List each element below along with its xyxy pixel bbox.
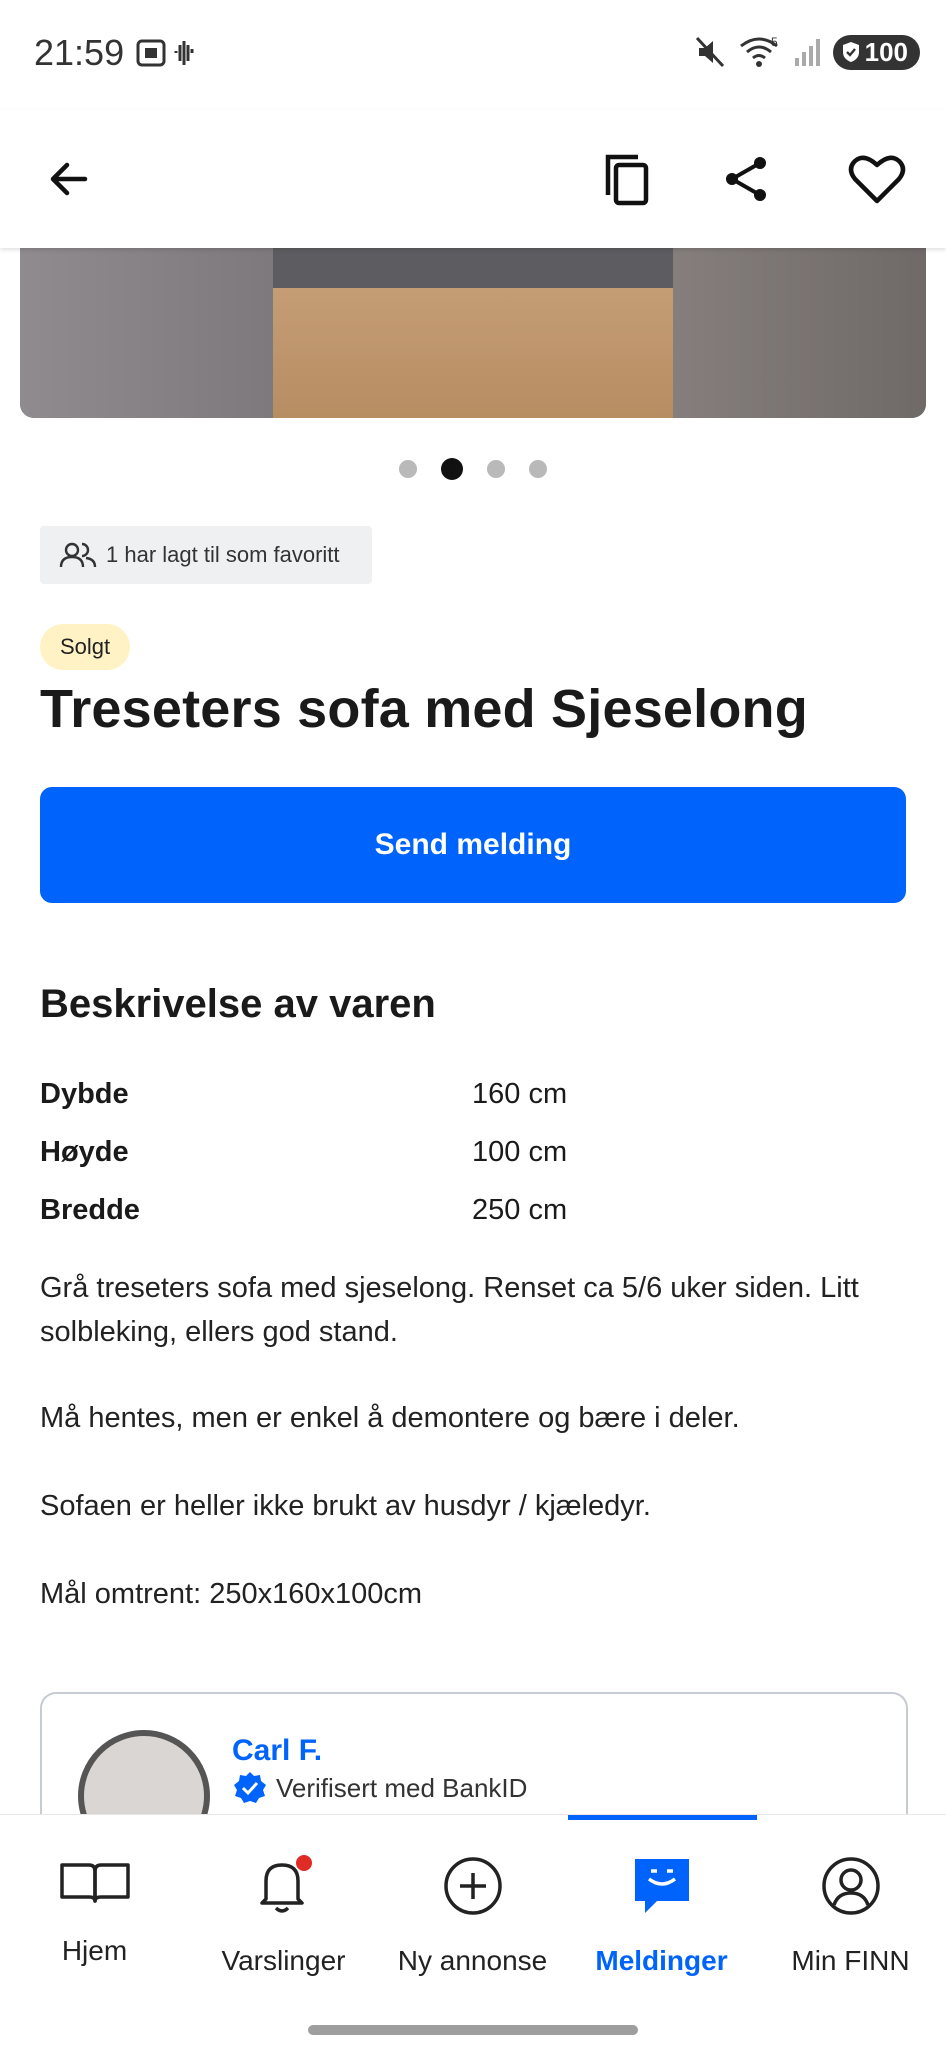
verified-check-icon xyxy=(234,1772,266,1803)
share-button[interactable] xyxy=(711,144,781,214)
favorites-count-chip: 1 har lagt til som favoritt xyxy=(40,526,372,584)
avatar xyxy=(78,1730,210,1814)
spec-value: 100 cm xyxy=(472,1136,568,1168)
nav-label: Varslinger xyxy=(221,1945,346,1976)
favorite-button[interactable] xyxy=(842,144,912,214)
mute-icon xyxy=(695,36,724,68)
description-paragraph: Mål omtrent: 250x160x100cm xyxy=(40,1578,423,1610)
favorites-text: 1 har lagt til som favoritt xyxy=(106,542,340,567)
status-left-icons xyxy=(136,38,200,73)
gallery-dot[interactable] xyxy=(529,460,547,478)
notification-dot xyxy=(295,1855,312,1871)
spec-label: Bredde xyxy=(40,1194,140,1226)
listing-image[interactable] xyxy=(20,248,926,418)
heart-icon xyxy=(848,155,906,204)
share-icon xyxy=(726,157,766,201)
shield-icon xyxy=(842,42,859,62)
gallery-dot[interactable] xyxy=(399,460,417,478)
status-time: 21:59 xyxy=(34,32,125,73)
spec-value: 250 cm xyxy=(472,1194,568,1226)
nav-item-min-finn[interactable]: Min FINN xyxy=(756,1855,945,1977)
nav-label: Meldinger xyxy=(595,1945,728,1976)
status-bar: 21:59 5 100 xyxy=(0,0,946,110)
description-paragraph: Grå treseters sofa med sjeselong. Renset… xyxy=(40,1272,859,1348)
signal-icon xyxy=(794,39,820,66)
home-indicator[interactable] xyxy=(308,2025,638,2035)
seller-card[interactable]: Carl F. Verifisert med BankID xyxy=(40,1692,908,1814)
book-icon xyxy=(59,1863,130,1903)
listing-title: Treseters sofa med Sjeselong xyxy=(40,679,808,739)
seller-name[interactable]: Carl F. xyxy=(232,1734,322,1768)
status-badge: Solgt xyxy=(40,624,131,670)
status-right-icons: 5 100 xyxy=(693,34,920,70)
bell-icon xyxy=(259,1855,312,1913)
arrow-left-icon xyxy=(50,162,88,196)
copy-icon xyxy=(605,154,649,206)
nav-label: Min FINN xyxy=(791,1945,910,1976)
copy-button[interactable] xyxy=(593,144,663,214)
verified-text: Verifisert med BankID xyxy=(276,1772,528,1803)
back-button[interactable] xyxy=(34,144,104,214)
nav-label: Hjem xyxy=(61,1935,128,1966)
image-blur-right xyxy=(673,248,926,418)
profile-icon xyxy=(821,1857,880,1915)
image-sofa-base xyxy=(273,248,673,288)
battery-level: 100 xyxy=(864,36,908,67)
bottom-navigation: Hjem Varslinger Ny annonse Meldinger Min… xyxy=(0,1814,946,2050)
gallery-dot-active[interactable] xyxy=(441,458,463,480)
gallery-pagination xyxy=(0,458,946,480)
spec-label: Høyde xyxy=(40,1136,129,1168)
top-app-bar xyxy=(0,110,946,248)
chat-icon xyxy=(634,1859,689,1913)
spec-label: Dybde xyxy=(40,1078,129,1110)
wifi-icon: 5 xyxy=(739,35,778,67)
send-message-button[interactable]: Send melding xyxy=(40,787,906,903)
image-blur-left xyxy=(20,248,273,418)
screenshot-icon xyxy=(136,39,194,67)
wifi-badge: 5 xyxy=(771,35,778,49)
plus-circle-icon xyxy=(443,1857,502,1915)
gallery-dot[interactable] xyxy=(487,460,505,478)
nav-item-meldinger[interactable]: Meldinger xyxy=(567,1855,756,1977)
nav-label: Ny annonse xyxy=(397,1945,548,1976)
battery-indicator: 100 xyxy=(832,34,920,70)
description-paragraph: Sofaen er heller ikke brukt av husdyr / … xyxy=(40,1490,651,1522)
description-heading: Beskrivelse av varen xyxy=(40,982,436,1026)
verified-badge: Verifisert med BankID xyxy=(232,1770,527,1806)
people-icon xyxy=(59,542,97,568)
description-paragraph: Må hentes, men er enkel å demontere og b… xyxy=(40,1402,740,1434)
nav-item-ny-annonse[interactable]: Ny annonse xyxy=(378,1855,567,1977)
spec-value: 160 cm xyxy=(472,1078,568,1110)
nav-item-hjem[interactable]: Hjem xyxy=(0,1855,189,1967)
nav-item-varslinger[interactable]: Varslinger xyxy=(189,1855,378,1977)
active-tab-indicator xyxy=(568,1815,757,1820)
